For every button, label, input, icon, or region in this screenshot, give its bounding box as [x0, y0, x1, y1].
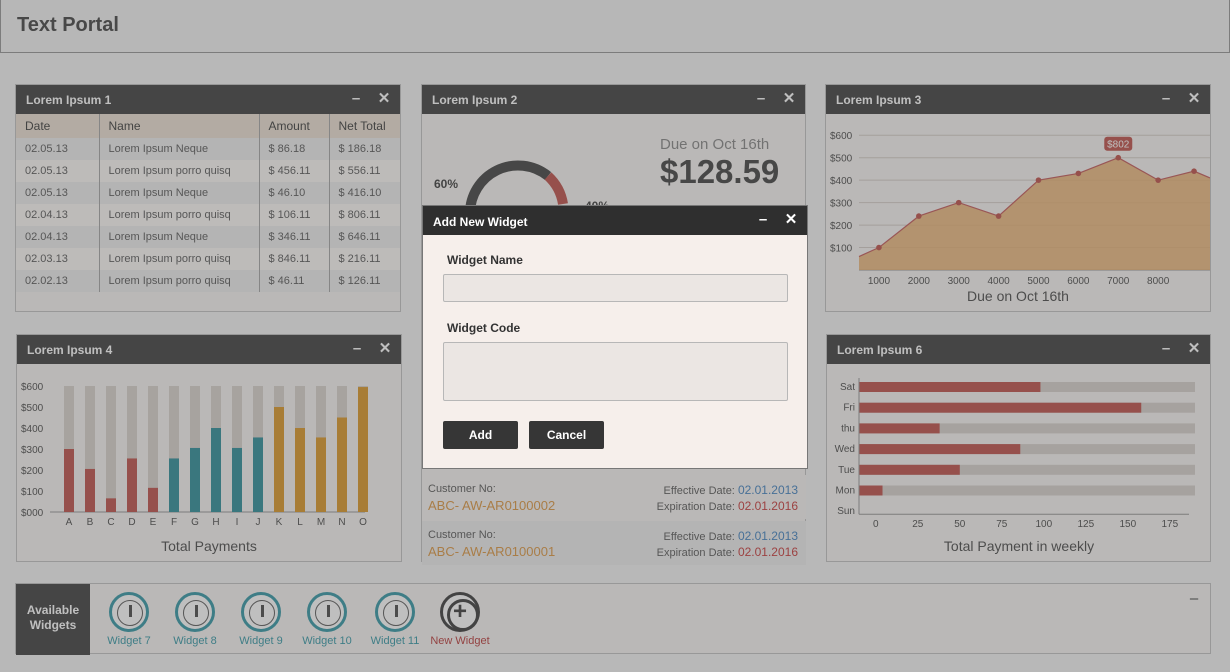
widget-code-textarea[interactable]: [443, 342, 788, 401]
close-icon[interactable]: ✕: [783, 211, 799, 229]
minimize-icon[interactable]: –: [755, 211, 771, 229]
add-widget-dialog: Add New Widget – ✕ Widget Name Widget Co…: [422, 205, 808, 469]
widget-name-input[interactable]: [443, 274, 788, 302]
add-button[interactable]: Add: [443, 421, 518, 449]
widget-code-label: Widget Code: [447, 321, 521, 335]
dialog-title: Add New Widget: [433, 215, 528, 229]
page: Text Portal Lorem Ipsum 1 – ✕ Date Name …: [0, 0, 1230, 672]
dialog-header: Add New Widget – ✕: [423, 206, 807, 235]
widget-name-label: Widget Name: [447, 253, 523, 267]
cancel-button[interactable]: Cancel: [529, 421, 604, 449]
